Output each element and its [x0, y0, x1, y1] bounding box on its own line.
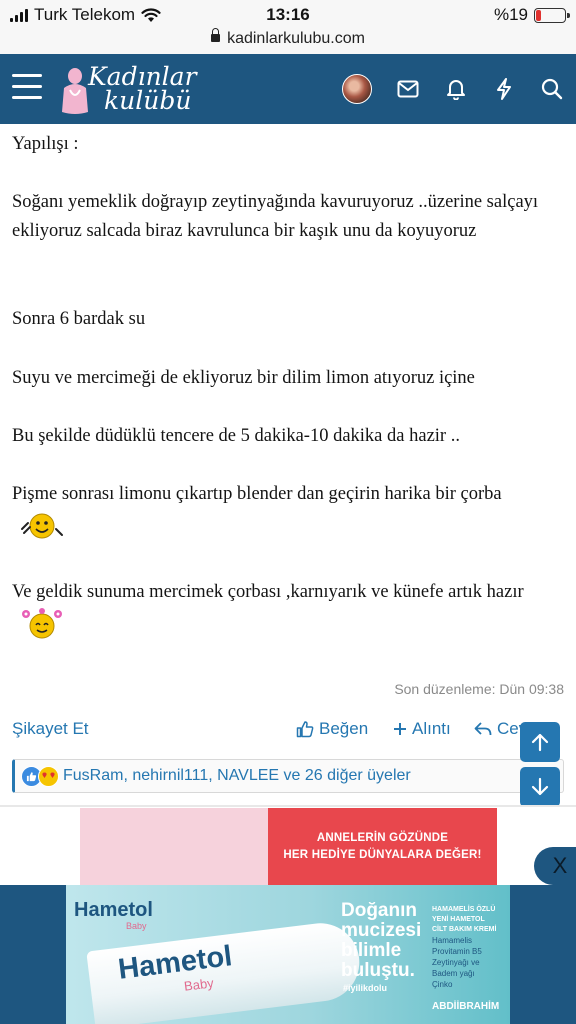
info-line: HAMAMELİS ÖZLÜ [432, 906, 496, 913]
site-logo[interactable]: Kadınlar kulübü [58, 62, 208, 118]
close-icon: X [552, 853, 568, 878]
slogan-line: bilimle [341, 940, 402, 961]
post-paragraph-text: Pişme sonrası limonu çıkartıp blender da… [12, 484, 502, 504]
ingredient: Provitamin B5 [432, 947, 482, 956]
info-line: YENİ HAMETOL [432, 916, 485, 923]
battery-icon [534, 7, 570, 23]
post-paragraph: Soğanı yemeklik doğrayıp zeytinyağında k… [12, 192, 539, 241]
ad-text: ANNELERİN GÖZÜNDE HER HEDİYE DÜNYALARA D… [268, 808, 497, 886]
search-icon[interactable] [540, 77, 564, 101]
logo-line-2: kulübü [104, 86, 192, 115]
reply-arrow-icon [474, 722, 492, 736]
arrow-up-icon [531, 733, 549, 752]
ingredient: Çinko [432, 980, 453, 989]
divider [0, 805, 576, 807]
ad-ingredients: Hamamelis Provitamin B5 Zeytinyağı ve Ba… [432, 935, 482, 990]
bolt-icon[interactable] [492, 77, 516, 101]
banner-ad[interactable]: ANNELERİN GÖZÜNDE HER HEDİYE DÜNYALARA D… [80, 808, 497, 886]
ad-close-button[interactable]: X [534, 847, 576, 885]
battery-level [536, 9, 542, 21]
ad-image [80, 808, 268, 886]
status-bar: Turk Telekom 13:16 %19 [0, 0, 576, 30]
like-button[interactable]: Beğen [296, 719, 368, 739]
post-paragraph: Bu şekilde düdüklü tencere de 5 dakika-1… [12, 426, 460, 446]
ad-line: HER HEDİYE DÜNYALARA DEĞER! [283, 849, 482, 861]
reactions-text: FusRam, nehirnil111, NAVLEE ve 26 diğer … [63, 767, 411, 784]
love-reaction-icon [38, 765, 59, 787]
quote-button[interactable]: Alıntı [393, 719, 451, 739]
logo-figure-icon [62, 68, 88, 114]
sticky-ad[interactable]: Hametol Baby Hametol Baby Doğanın mucize… [66, 885, 510, 1024]
slogan-line: Doğanın [341, 900, 417, 921]
battery-info: %19 [493, 5, 570, 25]
waving-smiley-emoji-icon [21, 513, 63, 539]
post-paragraph: Ve geldik sunuma mercimek çorbası ,karnı… [12, 578, 568, 641]
report-link[interactable]: Şikayet Et [12, 719, 89, 739]
thumbs-up-icon [296, 721, 314, 738]
ingredient: Zeytinyağı ve [432, 958, 480, 967]
site-header: Kadınlar kulübü [0, 54, 576, 124]
bell-icon[interactable] [444, 77, 468, 101]
ad-brand-sub: Baby [126, 921, 147, 931]
battery-percent: %19 [493, 5, 528, 24]
post-actions: Şikayet Et Beğen Alıntı Cevapla [12, 719, 564, 745]
ad-brand: Hametol [74, 899, 153, 921]
logo-text: Kadınlar kulübü [88, 64, 197, 115]
ad-line: ANNELERİN GÖZÜNDE [316, 832, 449, 844]
mail-icon[interactable] [396, 77, 420, 101]
post-paragraph: Sonra 6 bardak su [12, 309, 146, 329]
ad-maker: ABDİİBRAHİM [432, 1001, 500, 1012]
ad-info: HAMAMELİS ÖZLÜ YENİ HAMETOL CİLT BAKIM K… [432, 905, 496, 935]
reaction-icons [21, 765, 59, 787]
quote-label: Alıntı [412, 719, 451, 738]
arrow-down-icon [531, 777, 549, 796]
report-label: Şikayet Et [12, 719, 89, 738]
post-paragraph-text: Ve geldik sunuma mercimek çorbası ,karnı… [12, 582, 524, 602]
ingredient: Hamamelis [432, 936, 473, 945]
post-paragraph: Yapılışı : [12, 134, 79, 154]
slogan-line: mucizesi [341, 920, 422, 941]
menu-icon[interactable] [12, 74, 42, 100]
post-paragraph: Suyu ve mercimeği de ekliyoruz bir dilim… [12, 368, 475, 388]
header-icons [342, 74, 564, 104]
plus-icon [394, 723, 406, 735]
ad-hashtag: #iyilikdolu [343, 983, 388, 993]
reactions-bar[interactable]: FusRam, nehirnil111, NAVLEE ve 26 diğer … [12, 759, 564, 793]
ingredient: Badem yağı [432, 969, 475, 978]
flower-smiley-emoji-icon [22, 608, 62, 639]
avatar[interactable] [342, 74, 372, 104]
slogan-line: buluştu. [341, 960, 415, 981]
scroll-up-button[interactable] [520, 722, 560, 762]
info-line: CİLT BAKIM KREMİ [432, 926, 497, 933]
url-text: kadinlarkulubu.com [227, 30, 365, 47]
address-bar[interactable]: kadinlarkulubu.com [0, 28, 576, 54]
clock: 13:16 [266, 5, 310, 24]
scroll-down-button[interactable] [520, 767, 560, 807]
post-paragraph: Pişme sonrası limonu çıkartıp blender da… [12, 480, 568, 543]
ad-slogan: Doğanın mucizesi bilimle buluştu. [341, 901, 421, 981]
edited-timestamp: Son düzenleme: Dün 09:38 [394, 681, 564, 697]
lock-icon [211, 28, 221, 42]
like-label: Beğen [319, 719, 369, 738]
